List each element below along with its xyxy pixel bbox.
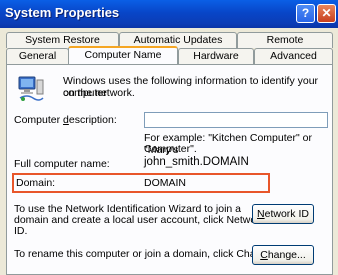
computer-network-icon — [18, 76, 44, 101]
window-title: System Properties — [5, 5, 120, 20]
close-button[interactable]: ✕ — [317, 4, 336, 23]
full-computer-name-label: Full computer name: — [14, 158, 110, 170]
change-button[interactable]: Change... — [252, 245, 314, 265]
network-id-text-line-2: domain and create a local user account, … — [14, 214, 265, 226]
tab-computer-name[interactable]: Computer Name — [68, 46, 178, 64]
domain-value: DOMAIN — [144, 177, 186, 189]
network-id-button[interactable]: Network ID — [252, 204, 314, 224]
tab-remote[interactable]: Remote — [237, 32, 333, 48]
intro-line-2: on the network. — [63, 87, 135, 99]
title-bar[interactable]: System Properties ? ✕ — [0, 0, 338, 28]
tab-hardware[interactable]: Hardware — [178, 48, 254, 64]
network-id-text-line-3: ID. — [14, 225, 28, 237]
computer-description-label: Computer description: — [14, 114, 117, 126]
help-button[interactable]: ? — [296, 4, 315, 23]
computer-description-input[interactable] — [144, 112, 328, 128]
tab-general[interactable]: General — [6, 48, 69, 64]
change-text: To rename this computer or join a domain… — [14, 248, 277, 260]
domain-label: Domain: — [16, 177, 56, 189]
tab-advanced[interactable]: Advanced — [254, 48, 333, 64]
description-example-line-2: Computer". — [144, 143, 197, 155]
full-computer-name-value: john_smith.DOMAIN — [144, 156, 249, 168]
